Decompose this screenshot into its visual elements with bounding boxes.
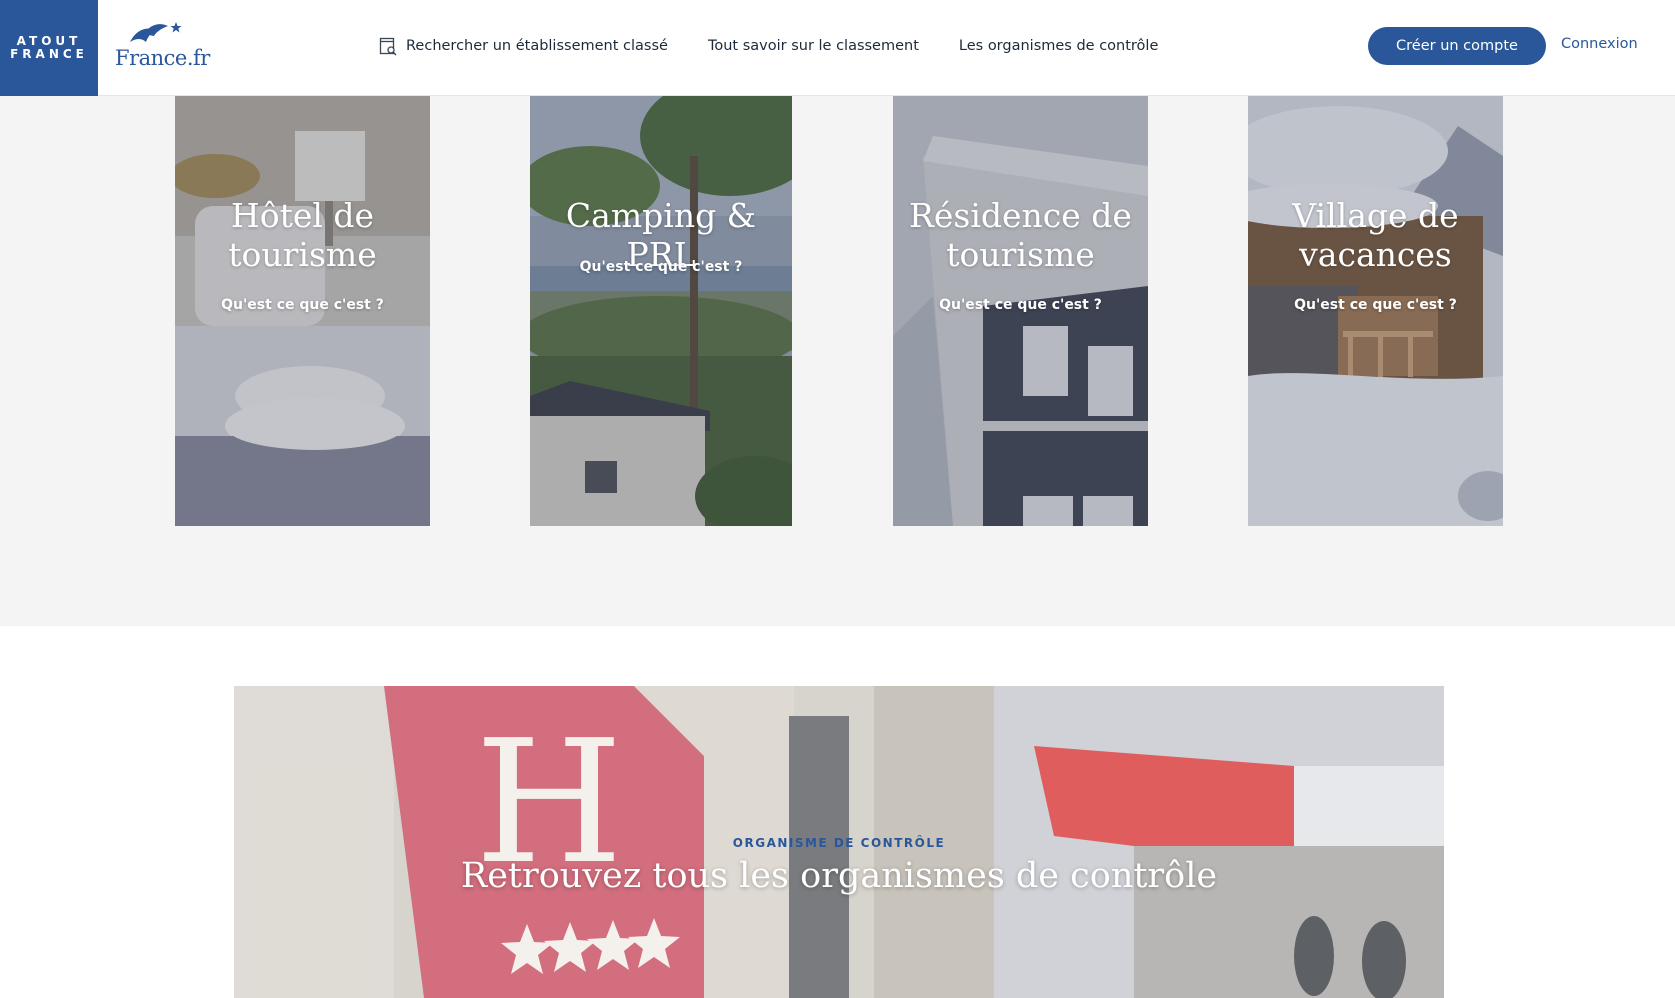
nav-search-establishment[interactable]: Rechercher un établissement classé [378,36,668,56]
nav-classification-info[interactable]: Tout savoir sur le classement [708,38,919,54]
search-document-icon [379,37,397,56]
card-village-link[interactable]: Qu'est ce que c'est ? [1248,297,1503,313]
card-village-title: Village de vacances [1248,196,1503,274]
login-link[interactable]: Connexion [1561,36,1638,52]
site-header: ATOUT FRANCE France.fr Rechercher un éta… [0,0,1675,96]
atout-france-logo[interactable]: ATOUT FRANCE [0,0,98,96]
card-residence-title-line-2: tourisme [946,235,1095,274]
card-hotel-title-line-2: tourisme [228,235,377,274]
card-residence-title: Résidence de tourisme [893,196,1148,274]
card-village-title-line-1: Village de [1292,196,1459,235]
france-fr-logo[interactable]: France.fr [112,20,212,74]
nav-control-bodies[interactable]: Les organismes de contrôle [959,38,1158,54]
card-residence-title-line-1: Résidence de [909,196,1132,235]
banner-headline[interactable]: Retrouvez tous les organismes de contrôl… [234,856,1444,896]
control-bodies-banner[interactable]: H ORGANISME DE CONTRÔLE Retrouvez tous l… [234,686,1444,998]
card-hotel-title: Hôtel de tourisme [175,196,430,274]
card-residence-link[interactable]: Qu'est ce que c'est ? [893,297,1148,313]
card-hotel-link[interactable]: Qu'est ce que c'est ? [175,297,430,313]
nav-control-label: Les organismes de contrôle [958,38,1159,54]
card-residence[interactable]: Résidence de tourisme Qu'est ce que c'es… [893,96,1148,526]
main-nav: Rechercher un établissement classé Tout … [378,36,1158,56]
create-account-button[interactable]: Créer un compte [1368,27,1546,65]
card-village-title-line-2: vacances [1299,235,1452,274]
france-fr-wordmark: France.fr [115,46,210,70]
nav-classification-label: Tout savoir sur le classement [707,38,919,54]
logo-atout-line-2: FRANCE [10,47,88,61]
banner-eyebrow: ORGANISME DE CONTRÔLE [732,836,946,850]
card-hotel-title-line-1: Hôtel de [230,196,375,235]
card-camping[interactable]: Camping & PRL Qu'est ce que c'est ? [530,96,792,526]
card-village[interactable]: Village de vacances Qu'est ce que c'est … [1248,96,1503,526]
card-camping-link[interactable]: Qu'est ce que c'est ? [530,259,792,275]
card-hotel[interactable]: Hôtel de tourisme Qu'est ce que c'est ? [175,96,430,526]
nav-search-label: Rechercher un établissement classé [406,38,668,54]
accommodation-types-section: Hôtel de tourisme Qu'est ce que c'est ? … [0,96,1675,626]
